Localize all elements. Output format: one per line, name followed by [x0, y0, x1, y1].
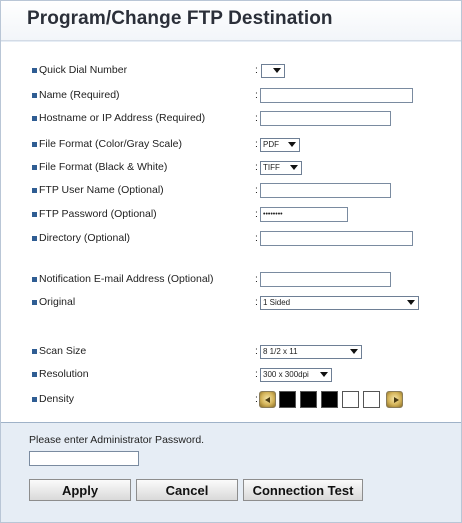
colon: : [255, 232, 258, 244]
bullet-icon [32, 236, 37, 241]
bullet-icon [32, 397, 37, 402]
notification-email-label: Notification E-mail Address (Optional) [39, 273, 214, 285]
directory-input[interactable] [260, 231, 413, 246]
admin-password-prompt: Please enter Administrator Password. [29, 434, 205, 446]
file-format-bw-label: File Format (Black & White) [39, 161, 168, 173]
ftp-password-label: FTP Password (Optional) [39, 208, 157, 220]
colon: : [255, 184, 258, 196]
name-row: Name (Required) : [1, 87, 461, 105]
original-label: Original [39, 296, 76, 308]
apply-button[interactable]: Apply [29, 479, 131, 501]
scan-size-value: 8 1/2 x 11 [263, 347, 298, 356]
resolution-select[interactable]: 300 x 300dpi [260, 368, 332, 382]
file-format-bw-select[interactable]: TIFF [260, 161, 302, 175]
bullet-icon [32, 300, 37, 305]
file-format-color-select[interactable]: PDF [260, 138, 300, 152]
ftp-password-input[interactable]: •••••••• [260, 207, 348, 222]
colon: : [255, 393, 258, 405]
density-cell[interactable] [300, 391, 317, 408]
resolution-label: Resolution [39, 368, 89, 380]
name-input[interactable] [260, 88, 413, 103]
directory-label: Directory (Optional) [39, 232, 131, 244]
bullet-icon [32, 93, 37, 98]
density-cell[interactable] [363, 391, 380, 408]
page: Program/Change FTP Destination Quick Dia… [0, 0, 462, 523]
colon: : [255, 64, 258, 76]
connection-test-button[interactable]: Connection Test [243, 479, 363, 501]
resolution-row: Resolution : 300 x 300dpi [1, 366, 461, 384]
bullet-icon [32, 349, 37, 354]
chevron-down-icon [350, 349, 358, 354]
colon: : [255, 296, 258, 308]
admin-password-input[interactable] [29, 451, 139, 466]
file-format-color-label: File Format (Color/Gray Scale) [39, 138, 182, 150]
bullet-icon [32, 212, 37, 217]
density-cell[interactable] [321, 391, 338, 408]
destination-form: Quick Dial Number : Name (Required) : Ho… [1, 42, 461, 423]
colon: : [255, 138, 258, 150]
chevron-down-icon [290, 165, 298, 170]
colon: : [255, 112, 258, 124]
bullet-icon [32, 142, 37, 147]
notification-email-row: Notification E-mail Address (Optional) : [1, 271, 461, 289]
hostname-label: Hostname or IP Address (Required) [39, 112, 206, 124]
original-select[interactable]: 1 Sided [260, 296, 419, 310]
chevron-down-icon [407, 300, 415, 305]
bullet-icon [32, 188, 37, 193]
file-format-color-row: File Format (Color/Gray Scale) : PDF [1, 136, 461, 154]
ftp-user-row: FTP User Name (Optional) : [1, 182, 461, 200]
file-format-bw-row: File Format (Black & White) : TIFF [1, 159, 461, 177]
scan-size-row: Scan Size : 8 1/2 x 11 [1, 343, 461, 361]
colon: : [255, 89, 258, 101]
colon: : [255, 368, 258, 380]
decrease-arrow-icon[interactable] [259, 391, 276, 408]
resolution-value: 300 x 300dpi [263, 370, 309, 379]
cancel-button[interactable]: Cancel [136, 479, 238, 501]
file-format-color-value: PDF [263, 140, 279, 149]
increase-arrow-icon[interactable] [386, 391, 403, 408]
file-format-bw-value: TIFF [263, 163, 280, 172]
bullet-icon [32, 165, 37, 170]
density-row: Density : [1, 391, 461, 409]
bullet-icon [32, 116, 37, 121]
ftp-user-label: FTP User Name (Optional) [39, 184, 164, 196]
chevron-down-icon [273, 68, 281, 73]
colon: : [255, 161, 258, 173]
quick-dial-label: Quick Dial Number [39, 64, 128, 76]
quick-dial-row: Quick Dial Number : [1, 62, 461, 80]
chevron-down-icon [288, 142, 296, 147]
notification-email-input[interactable] [260, 272, 391, 287]
colon: : [255, 208, 258, 220]
title-bar: Program/Change FTP Destination [1, 1, 461, 41]
bullet-icon [32, 68, 37, 73]
hostname-input[interactable] [260, 111, 391, 126]
density-cell[interactable] [279, 391, 296, 408]
scan-size-label: Scan Size [39, 345, 87, 357]
colon: : [255, 345, 258, 357]
density-cell[interactable] [342, 391, 359, 408]
original-row: Original : 1 Sided [1, 294, 461, 312]
bullet-icon [32, 372, 37, 377]
directory-row: Directory (Optional) : [1, 230, 461, 248]
chevron-down-icon [320, 372, 328, 377]
name-label: Name (Required) [39, 89, 120, 101]
density-label: Density [39, 393, 75, 405]
ftp-user-input[interactable] [260, 183, 391, 198]
bullet-icon [32, 277, 37, 282]
original-value: 1 Sided [263, 298, 291, 307]
page-title: Program/Change FTP Destination [27, 8, 333, 29]
ftp-password-row: FTP Password (Optional) : •••••••• [1, 206, 461, 224]
colon: : [255, 273, 258, 285]
quick-dial-select[interactable] [261, 64, 285, 78]
scan-size-select[interactable]: 8 1/2 x 11 [260, 345, 362, 359]
hostname-row: Hostname or IP Address (Required) : [1, 110, 461, 128]
